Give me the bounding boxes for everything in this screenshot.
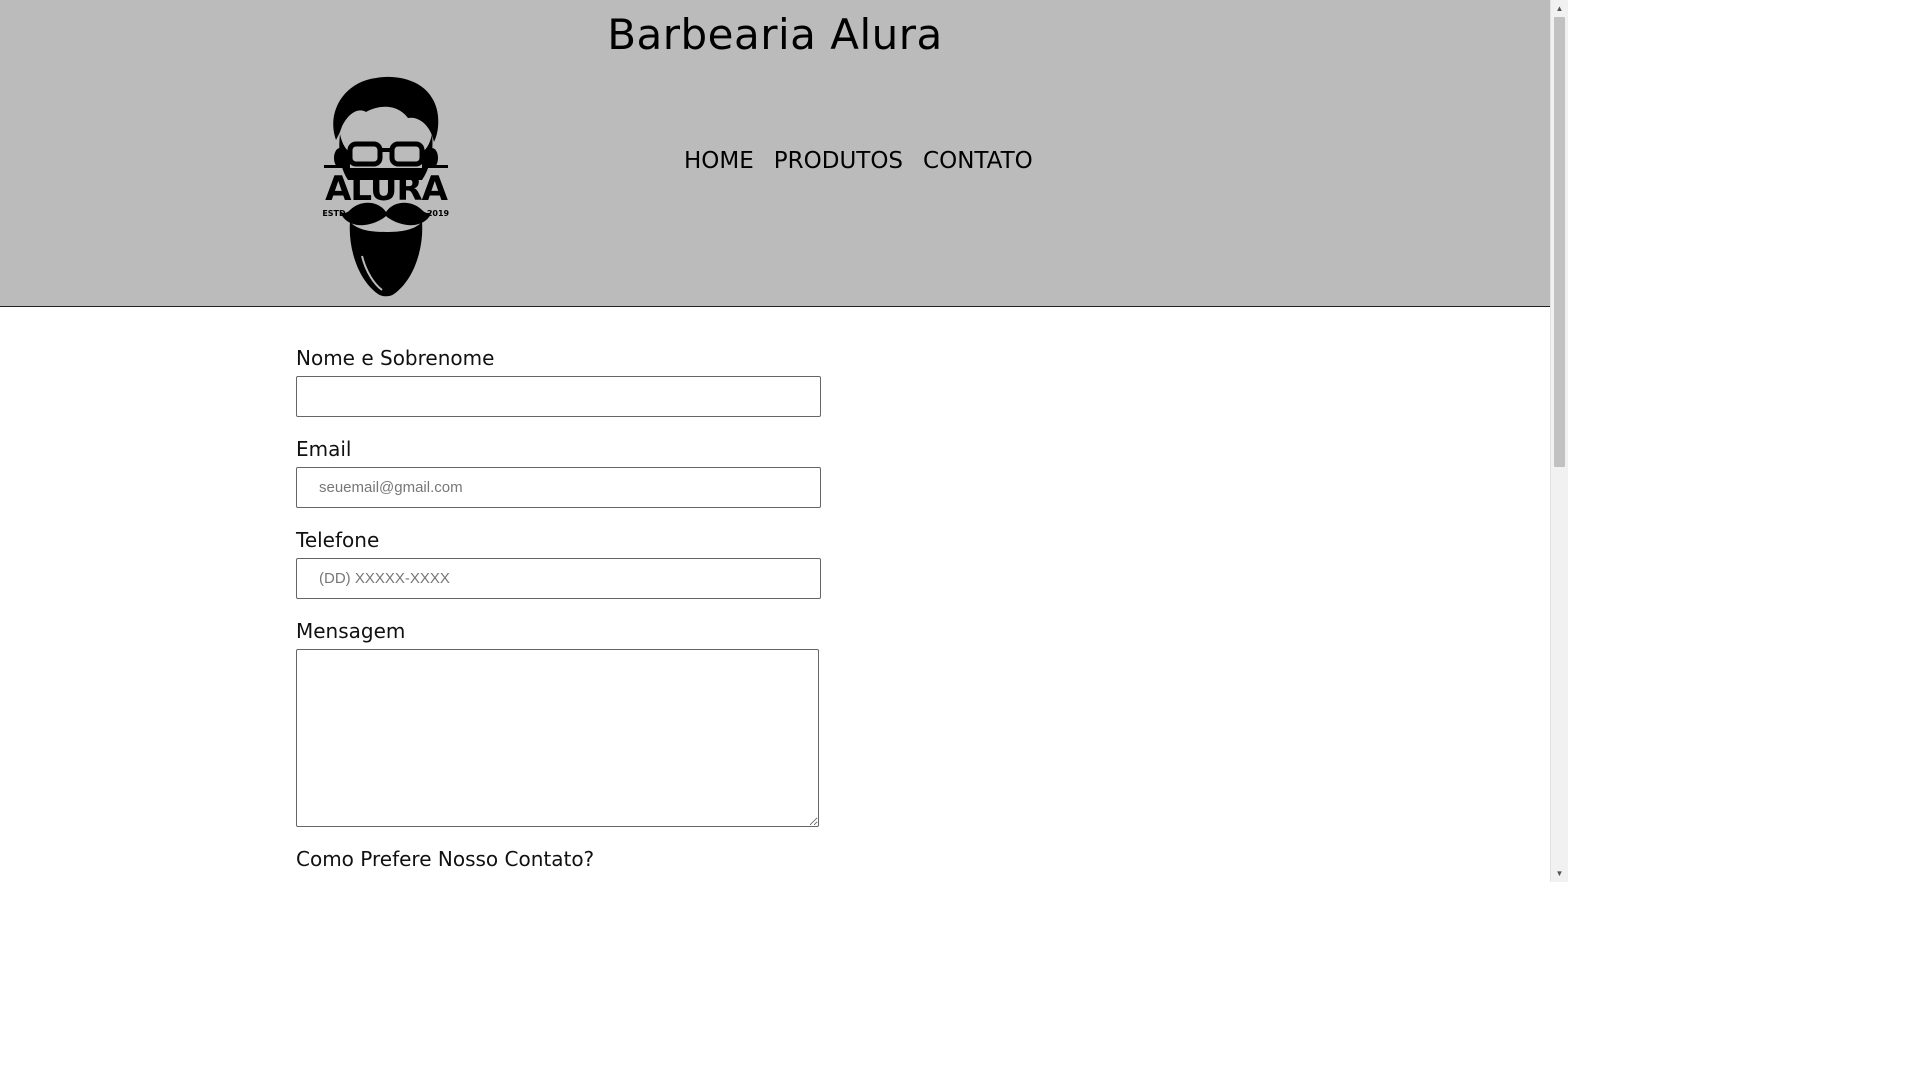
logo-wordmark: ALURA (325, 169, 449, 209)
scroll-down-arrow-icon[interactable]: ▼ (1551, 865, 1568, 882)
nav-home-link[interactable]: HOME (684, 148, 754, 174)
logo-glasses-right (389, 141, 425, 167)
phone-input[interactable] (296, 558, 821, 599)
contact-form: Nome e Sobrenome Email Telefone Mensagem… (296, 344, 856, 877)
logo-glasses-left (347, 141, 383, 167)
logo-beard (349, 222, 423, 297)
logo-hair (333, 76, 439, 142)
nav-produtos-link[interactable]: PRODUTOS (774, 148, 903, 174)
nav-contato-link[interactable]: CONTATO (923, 148, 1033, 174)
main-nav: HOME PRODUTOS CONTATO (684, 148, 1033, 174)
name-input[interactable] (296, 376, 821, 417)
scrollbar-thumb[interactable] (1554, 17, 1565, 467)
page: Barbearia Alura ALURA ESTD 2019 HOME PRO… (0, 0, 1568, 882)
email-input[interactable] (296, 467, 821, 508)
phone-label: Telefone (296, 528, 380, 552)
site-header: Barbearia Alura ALURA ESTD 2019 HOME PRO… (0, 0, 1550, 307)
scroll-up-arrow-icon[interactable]: ▲ (1551, 0, 1568, 17)
bearded-man-glasses-logo[interactable]: ALURA ESTD 2019 (318, 72, 454, 298)
vertical-scrollbar[interactable]: ▲ ▼ (1550, 0, 1568, 882)
email-label: Email (296, 437, 352, 461)
name-label: Nome e Sobrenome (296, 346, 495, 370)
message-label: Mensagem (296, 619, 406, 643)
contact-preference-label: Como Prefere Nosso Contato? (296, 847, 595, 871)
site-title: Barbearia Alura (607, 10, 943, 59)
message-textarea[interactable] (296, 649, 819, 827)
